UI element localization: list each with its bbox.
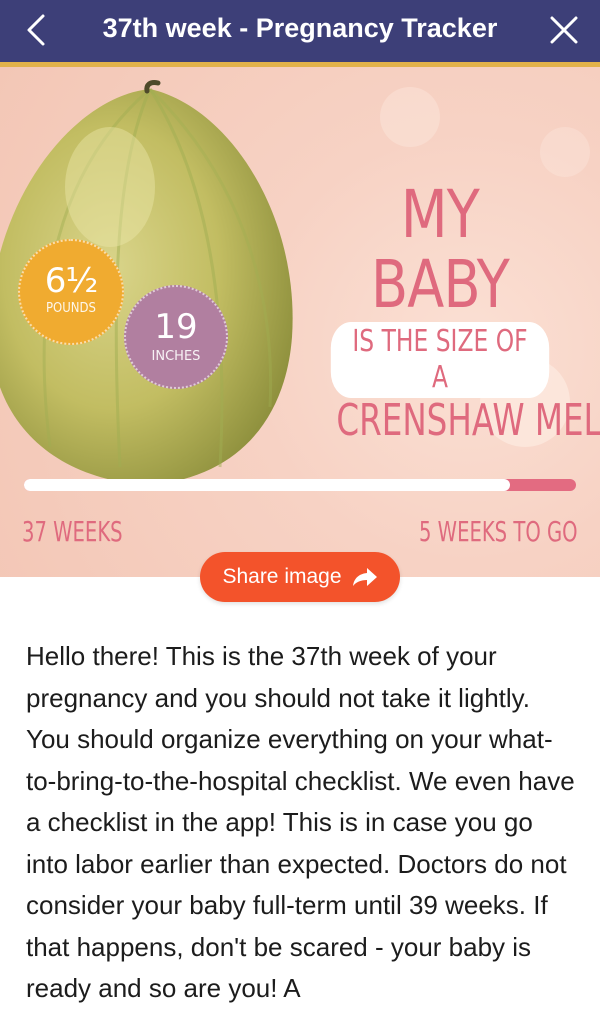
back-button[interactable] — [14, 8, 58, 52]
size-comparison-image: 6½ POUNDS 19 INCHES MY BABY IS THE SIZE … — [0, 67, 600, 577]
weight-value: 6½ — [44, 261, 99, 301]
week-description: Hello there! This is the 37th week of yo… — [26, 641, 575, 1003]
headline-line2: IS THE SIZE OF A — [330, 322, 550, 398]
weight-badge: 6½ POUNDS — [18, 239, 124, 345]
close-button[interactable] — [542, 8, 586, 52]
pregnancy-progress-bar — [24, 479, 576, 491]
headline-line3: CRENSHAW MELON — [336, 395, 600, 446]
length-unit: INCHES — [151, 349, 201, 364]
top-app-bar: 37th week - Pregnancy Tracker — [0, 0, 600, 62]
length-badge: 19 INCHES — [124, 285, 228, 389]
length-value: 19 — [154, 307, 198, 347]
share-image-button[interactable]: Share image — [200, 552, 400, 602]
headline-line1: MY BABY — [370, 176, 510, 323]
bokeh-decoration — [540, 127, 590, 177]
weeks-elapsed-label: 37 WEEKS — [22, 515, 123, 548]
share-button-label: Share image — [222, 565, 342, 588]
bokeh-decoration — [380, 87, 440, 147]
weeks-remaining-label: 5 WEEKS TO GO — [419, 515, 578, 548]
close-icon — [550, 16, 578, 44]
page-title: 37th week - Pregnancy Tracker — [102, 13, 498, 43]
chevron-left-icon — [27, 14, 45, 46]
share-arrow-icon — [352, 568, 377, 586]
weight-unit: POUNDS — [45, 301, 96, 316]
size-headline: MY BABY IS THE SIZE OF A CRENSHAW MELON — [300, 176, 600, 446]
progress-fill — [24, 479, 510, 491]
